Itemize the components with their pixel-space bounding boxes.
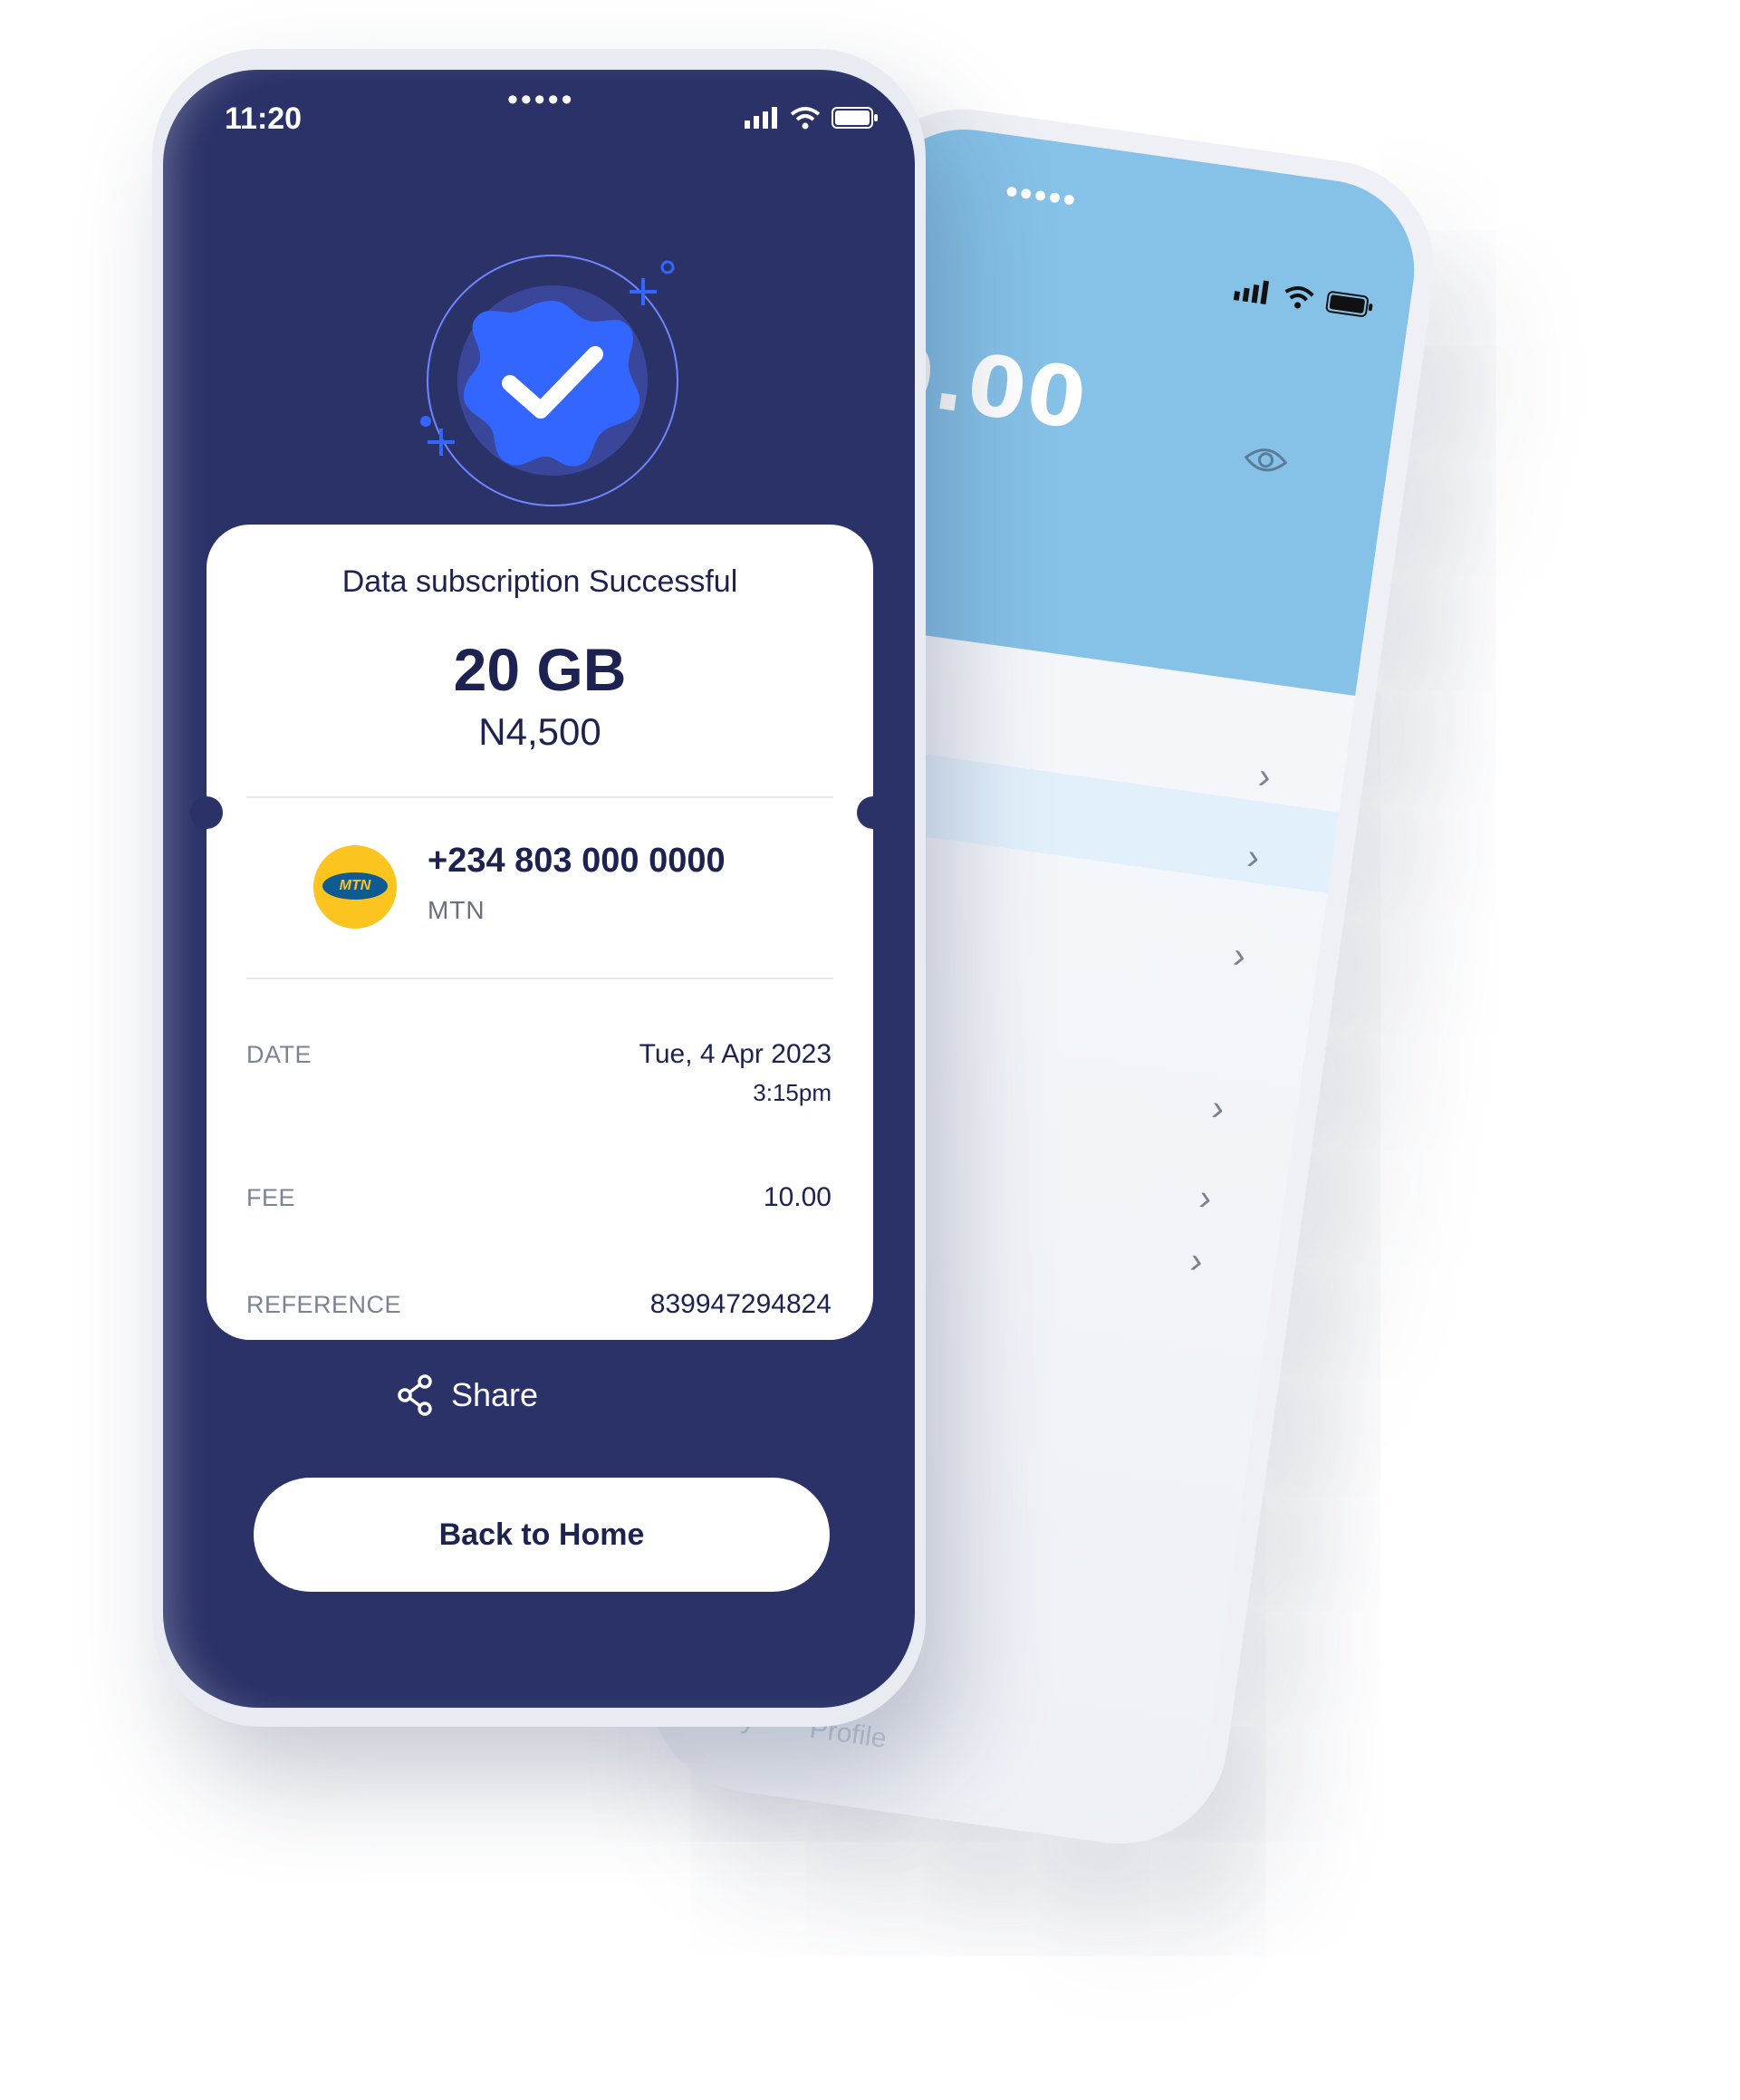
recipient-network: MTN — [428, 896, 485, 924]
phone-screen: 11:20 ••••• Data subscription Successful… — [163, 70, 915, 1708]
time-value: 3:15pm — [753, 1079, 832, 1106]
back-to-home-button[interactable]: Back to Home — [254, 1478, 830, 1592]
notch-dots: ••••• — [507, 82, 575, 117]
share-button[interactable]: Share — [397, 1374, 538, 1416]
divider — [246, 796, 833, 798]
fee-label: FEE — [246, 1184, 296, 1211]
signal-icon — [745, 107, 777, 129]
chevron-right-icon: › — [1187, 1240, 1206, 1282]
signal-icon — [1233, 280, 1269, 305]
chevron-right-icon: › — [1209, 1087, 1227, 1130]
reference-label: REFERENCE — [246, 1291, 402, 1318]
recipient-phone: +234 803 000 0000 — [428, 842, 726, 880]
mtn-logo: MTN — [313, 845, 397, 929]
reference-value: 839947294824 — [649, 1289, 832, 1319]
share-label: Share — [451, 1376, 539, 1413]
status-icons — [1233, 276, 1375, 319]
wifi-icon — [790, 107, 821, 130]
data-amount: 20 GB — [453, 636, 627, 703]
wifi-icon — [1284, 286, 1314, 309]
receipt-notch-right — [857, 796, 889, 829]
receipt-title: Data subscription Successful — [341, 564, 738, 599]
date-value: Tue, 4 Apr 2023 — [639, 1039, 832, 1069]
battery-icon — [832, 107, 878, 129]
date-label: DATE — [246, 1041, 312, 1068]
receipt-notch-left — [190, 796, 223, 829]
divider — [246, 978, 833, 979]
chevron-right-icon: › — [1255, 756, 1274, 797]
eye-icon[interactable] — [1242, 443, 1289, 477]
status-icons — [745, 106, 879, 130]
fee-value: 10.00 — [763, 1182, 832, 1212]
price: N4,500 — [478, 710, 601, 753]
chevron-right-icon: › — [1230, 935, 1249, 977]
notch-dots: ••••• — [1002, 171, 1081, 221]
success-badge-icon — [420, 255, 678, 506]
share-icon — [398, 1374, 432, 1416]
mtn-logo-text: MTN — [322, 872, 388, 900]
chevron-right-icon: › — [1245, 836, 1263, 878]
status-time: 11:20 — [225, 101, 303, 136]
battery-icon — [1325, 291, 1373, 317]
receipt-card: Data subscription Successful 20 GB N4,50… — [190, 525, 889, 1340]
